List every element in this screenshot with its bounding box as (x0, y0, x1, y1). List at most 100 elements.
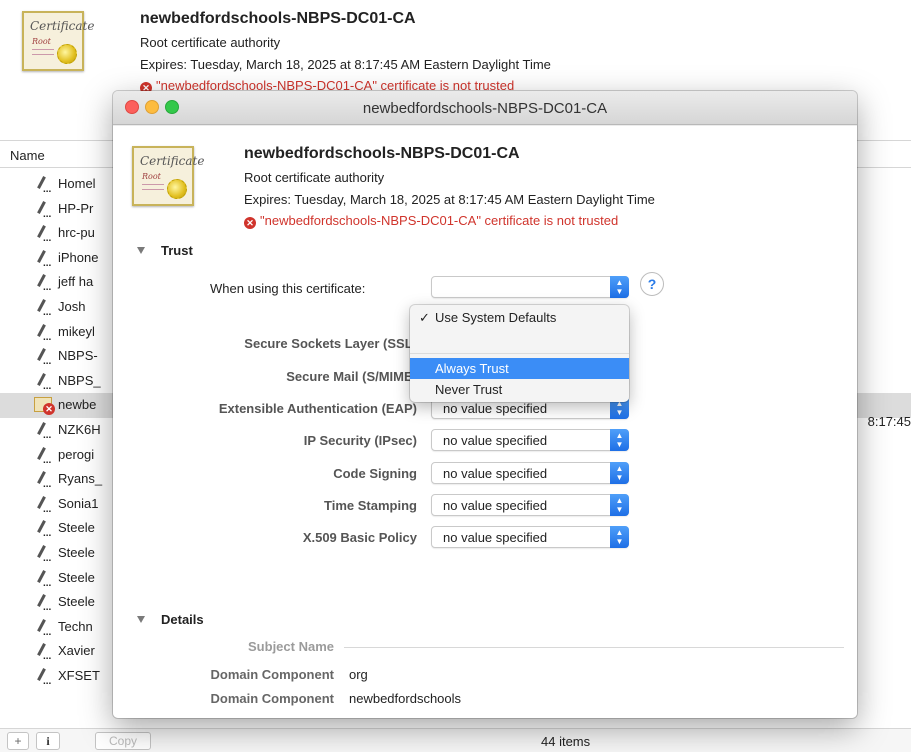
popup-arrows-icon: ▲▼ (610, 494, 629, 516)
trust-disclosure-triangle[interactable] (137, 247, 145, 254)
list-item-label: Homel (58, 176, 96, 191)
cert-expires: Expires: Tuesday, March 18, 2025 at 8:17… (244, 192, 655, 207)
list-item-label: Sonia1 (58, 495, 99, 511)
when-using-label: When using this certificate: (210, 281, 366, 296)
copy-button[interactable]: Copy (95, 732, 151, 750)
trust-row-label: X.509 Basic Policy (302, 530, 417, 545)
cert-subtitle: Root certificate authority (244, 170, 385, 185)
pen-icon: ... (34, 421, 52, 440)
detail-field-label: Domain Component (210, 667, 335, 682)
detail-field-label: Domain Component (210, 691, 335, 706)
trust-section-header[interactable]: Trust (161, 243, 193, 258)
list-item-label: Steele (58, 520, 95, 536)
trust-setting-popup[interactable]: no value specified ▲▼ (431, 526, 629, 548)
list-item-label: Ryans_ (58, 471, 103, 487)
background-cert-expires: Expires: Tuesday, March 18, 2025 at 8:17… (140, 57, 551, 72)
menu-item-always-trust[interactable]: Always Trust (410, 358, 629, 379)
popup-arrows-icon: ▲▼ (610, 429, 629, 451)
pen-icon: ... (34, 667, 52, 686)
column-name-header[interactable]: Name (10, 148, 45, 163)
pen-icon: ... (34, 176, 52, 195)
trust-setting-value: no value specified (443, 530, 548, 545)
pen-icon: ... (34, 618, 52, 637)
add-button[interactable]: + (7, 732, 29, 750)
list-item-label: Steele (58, 569, 95, 585)
list-item-label: HP-Pr (58, 200, 94, 216)
list-item-label: Josh (58, 298, 86, 314)
list-item-label: Xavier (58, 643, 95, 659)
list-item-label: Techn (58, 618, 93, 634)
pen-icon: ... (34, 348, 52, 367)
selected-row-date: 8:17:45 (867, 414, 911, 429)
trust-setting-popup[interactable]: no value specified ▲▼ (431, 462, 629, 484)
list-item-label: hrc-pu (58, 225, 95, 241)
detail-field-value: org (349, 667, 368, 682)
trust-row-label: Secure Sockets Layer (SSL) (244, 336, 417, 351)
list-item-label: newbe (58, 397, 97, 413)
pen-icon: ... (34, 471, 52, 490)
subject-name-label: Subject Name (248, 639, 334, 654)
background-cert-subtitle: Root certificate authority (140, 35, 281, 50)
pen-icon: ... (34, 520, 52, 539)
info-button[interactable]: i (36, 732, 60, 750)
trust-setting-value: no value specified (443, 498, 548, 513)
certificate-error-icon: ✕ (34, 397, 55, 416)
trust-row-label: Code Signing (333, 466, 417, 481)
detail-field-value: newbedfordschools-NBPS-DC01-CA (349, 716, 561, 718)
menu-item-never-trust[interactable]: Never Trust (410, 379, 629, 400)
window-title: newbedfordschools-NBPS-DC01-CA (362, 100, 608, 117)
pen-icon: ... (34, 495, 52, 514)
trust-row-label: IP Security (IPsec) (303, 433, 417, 448)
list-item-label: Steele (58, 544, 95, 560)
detail-field-value: newbedfordschools (349, 691, 462, 706)
menu-separator (410, 353, 629, 354)
popup-arrows-icon: ▲▼ (610, 276, 629, 298)
list-item-label: jeff ha (58, 274, 94, 290)
trust-setting-popup[interactable]: no value specified ▲▼ (431, 429, 629, 451)
pen-icon: ... (34, 569, 52, 588)
pen-icon: ... (34, 249, 52, 268)
help-button[interactable]: ? (640, 272, 664, 296)
items-count: 44 items (541, 734, 591, 749)
pen-icon: ... (34, 594, 52, 613)
list-item-label: NBPS- (58, 348, 98, 364)
pen-icon: ... (34, 274, 52, 293)
list-item-label: iPhone (58, 249, 99, 265)
list-item-label: mikeyl (58, 323, 95, 339)
trust-row-label: Secure Mail (S/MIME) (286, 369, 417, 384)
checkmark-icon: ✓ (419, 310, 430, 325)
cert-warning: ✕ "newbedfordschools-NBPS-DC01-CA" certif… (244, 213, 618, 229)
list-item-label: NZK6H (58, 421, 101, 437)
pen-icon: ... (34, 225, 52, 244)
certificate-icon: Certificate Root (132, 146, 204, 206)
pen-icon: ... (34, 643, 52, 662)
when-using-popup[interactable]: ▲ ▼ (431, 276, 629, 298)
list-item-label: perogi (58, 446, 95, 462)
footer-bar: + i Copy 44 items (0, 728, 911, 752)
pen-icon: ... (34, 446, 52, 465)
trust-setting-popup[interactable]: no value specified ▲▼ (431, 494, 629, 516)
trust-setting-value: no value specified (443, 466, 548, 481)
dialog-content: Certificate Root newbedfordschools-NBPS-… (113, 126, 857, 718)
details-section-header[interactable]: Details (161, 612, 204, 627)
menu-item-use-system-defaults[interactable]: ✓ Use System Defaults (410, 305, 629, 331)
pen-icon: ... (34, 544, 52, 563)
cert-title: newbedfordschools-NBPS-DC01-CA (244, 145, 520, 162)
certificate-dialog: newbedfordschools-NBPS-DC01-CA Certifica… (113, 91, 857, 718)
detail-field-label: Common Name (113, 716, 334, 718)
popup-arrows-icon: ▲▼ (610, 526, 629, 548)
trust-dropdown-menu: ✓ Use System Defaults Always Trust Never… (410, 305, 629, 402)
details-disclosure-triangle[interactable] (137, 616, 145, 623)
certificate-icon: Certificate Root (22, 11, 94, 71)
title-bar[interactable]: newbedfordschools-NBPS-DC01-CA (113, 91, 857, 125)
trust-row-label: Time Stamping (324, 498, 417, 513)
background-cert-title: newbedfordschools-NBPS-DC01-CA (140, 10, 416, 27)
popup-arrows-icon: ▲▼ (610, 462, 629, 484)
trust-setting-value: no value specified (443, 433, 548, 448)
list-item-label: Steele (58, 594, 95, 610)
pen-icon: ... (34, 200, 52, 219)
list-item-label: XFSET (58, 667, 100, 683)
trust-setting-value: no value specified (443, 401, 548, 416)
pen-icon: ... (34, 323, 52, 342)
error-icon: ✕ (244, 217, 256, 229)
